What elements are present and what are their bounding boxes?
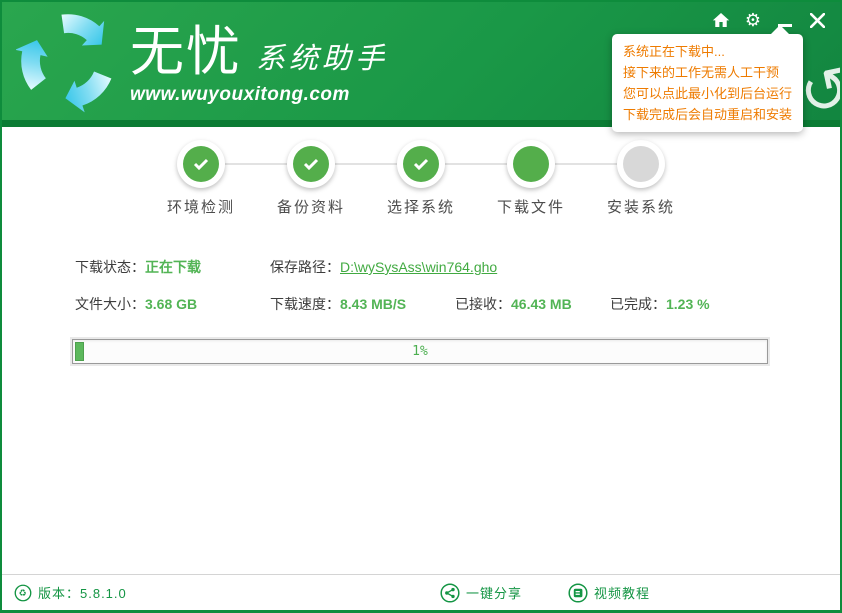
tooltip-line: 接下来的工作无需人工干预: [623, 62, 792, 83]
app-subtitle: 系统助手: [256, 38, 388, 78]
check-icon: [413, 158, 429, 170]
step-label: 环境检测: [167, 196, 235, 217]
download-status-panel: 下载状态：正在下载 保存路径：D:\wySysAss\win764.gho 文件…: [2, 257, 840, 315]
step-download-file: 下载文件: [486, 140, 576, 217]
step-backup: 备份资料: [266, 140, 356, 217]
app-window: 无忧 系统助手 www.wuyouxitong.com ↺ ⚙: [0, 0, 842, 613]
home-icon: [712, 12, 730, 28]
step-label: 下载文件: [497, 196, 565, 217]
check-icon: [303, 158, 319, 170]
video-label: 视频教程: [594, 583, 650, 602]
gear-icon: ⚙: [745, 11, 761, 29]
step-pending-icon: [623, 146, 659, 182]
progress-percent-label: 1%: [73, 340, 767, 363]
file-size-value: 3.68 GB: [145, 296, 197, 312]
download-speed: 下载速度：8.43 MB/S: [270, 294, 406, 314]
website-url: www.wuyouxitong.com: [130, 84, 388, 106]
download-state: 下载状态：正在下载: [75, 257, 201, 277]
share-label: 一键分享: [466, 583, 522, 602]
download-notice-tooltip: 系统正在下载中... 接下来的工作无需人工干预 您可以点此最小化到后台运行 下载…: [612, 34, 803, 132]
footer-actions: 一键分享 视频教程: [394, 583, 650, 603]
titlebar: ⚙: [704, 8, 832, 32]
tooltip-line: 您可以点此最小化到后台运行: [623, 83, 792, 104]
download-speed-value: 8.43 MB/S: [340, 296, 406, 312]
recycle-logo-icon: [16, 8, 120, 114]
download-state-value: 正在下载: [145, 259, 201, 275]
step-current-icon: [513, 146, 549, 182]
step-select-system: 选择系统: [376, 140, 466, 217]
video-icon: [568, 583, 588, 603]
version-recycle-icon: ♻: [14, 584, 32, 602]
header: 无忧 系统助手 www.wuyouxitong.com ↺ ⚙: [2, 2, 840, 127]
brand: 无忧 系统助手 www.wuyouxitong.com: [130, 22, 388, 106]
version-text: 版本：5.8.1.0: [38, 583, 127, 602]
save-path: 保存路径：D:\wySysAss\win764.gho: [270, 257, 497, 277]
completed: 已完成：1.23 %: [610, 294, 710, 314]
check-icon: [193, 158, 209, 170]
home-button[interactable]: [706, 8, 736, 32]
close-icon: [810, 13, 825, 28]
footer: ♻ 版本：5.8.1.0 一键分享: [2, 574, 840, 610]
received: 已接收：46.43 MB: [455, 294, 572, 314]
svg-text:♻: ♻: [19, 588, 28, 598]
share-icon: [440, 583, 460, 603]
step-label: 选择系统: [387, 196, 455, 217]
app-title: 无忧: [130, 22, 242, 82]
tooltip-line: 系统正在下载中...: [623, 41, 792, 62]
close-button[interactable]: [802, 8, 832, 32]
video-tutorial-button[interactable]: 视频教程: [568, 583, 650, 603]
tooltip-line: 下载完成后会自动重启和安装: [623, 104, 792, 125]
completed-value: 1.23 %: [666, 296, 710, 312]
version-info: ♻ 版本：5.8.1.0: [14, 583, 127, 602]
download-progress-bar: 1%: [72, 339, 768, 364]
step-done-icon: [403, 146, 439, 182]
step-label: 安装系统: [607, 196, 675, 217]
progress-steps: 环境检测 备份资料 选择系统 下载文件 安装系统: [156, 140, 686, 217]
step-env-check: 环境检测: [156, 140, 246, 217]
step-install-system: 安装系统: [596, 140, 686, 217]
step-label: 备份资料: [277, 196, 345, 217]
step-done-icon: [183, 146, 219, 182]
save-path-link[interactable]: D:\wySysAss\win764.gho: [340, 259, 497, 275]
share-button[interactable]: 一键分享: [440, 583, 522, 603]
step-done-icon: [293, 146, 329, 182]
file-size: 文件大小：3.68 GB: [75, 294, 197, 314]
received-value: 46.43 MB: [511, 296, 572, 312]
settings-button[interactable]: ⚙: [738, 8, 768, 32]
